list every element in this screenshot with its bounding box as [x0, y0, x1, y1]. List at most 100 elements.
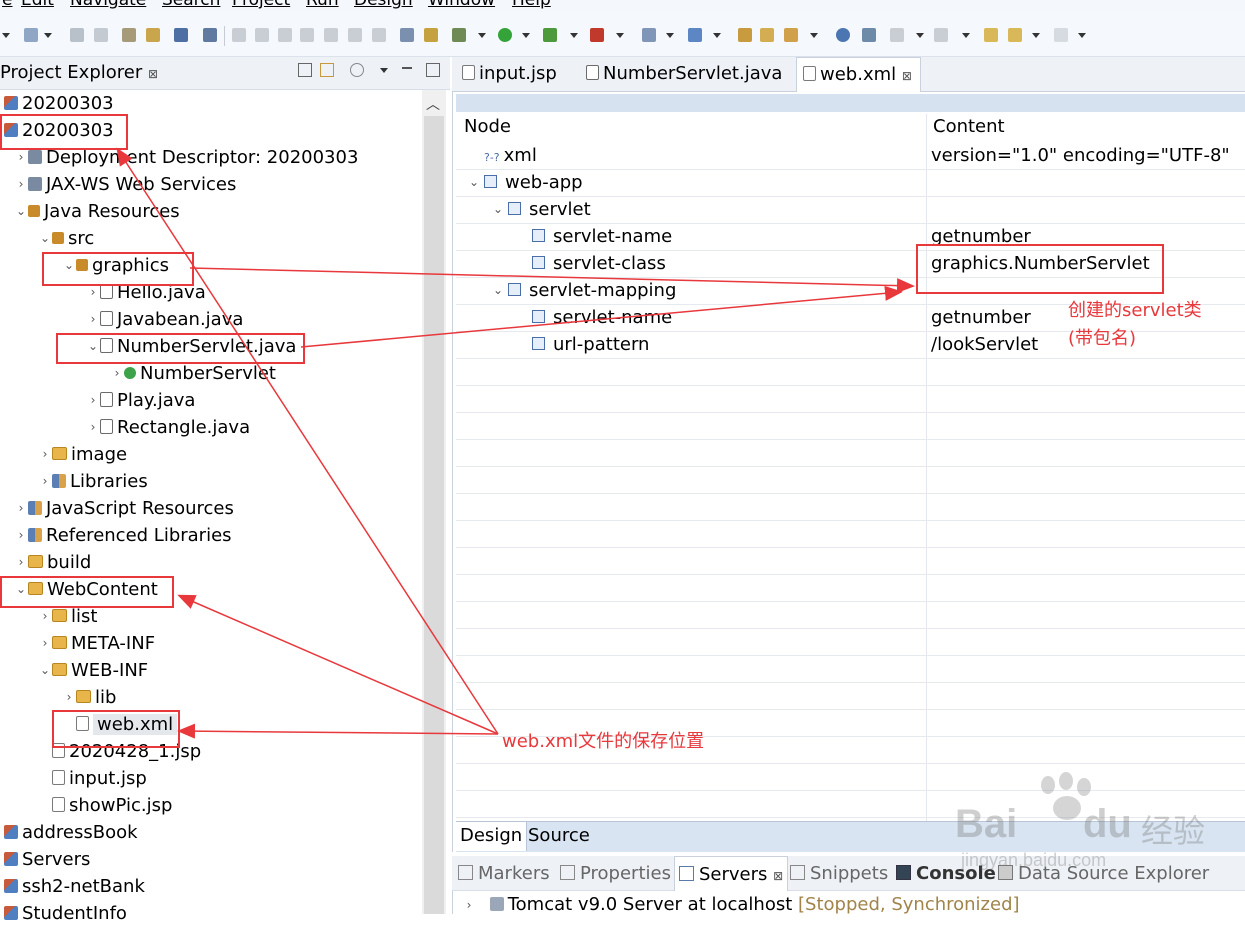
view-menu-icon[interactable]: [380, 68, 388, 73]
suspend-icon[interactable]: [255, 28, 269, 42]
close-icon[interactable]: ⊠: [773, 869, 783, 883]
column-header-node[interactable]: Node: [464, 116, 511, 137]
disconnect-icon[interactable]: [300, 28, 314, 42]
forward-icon[interactable]: [1054, 28, 1068, 42]
tree-item-input-jsp[interactable]: input.jsp: [38, 765, 147, 792]
dropdown-arrow-icon[interactable]: [1032, 33, 1040, 38]
tab-numberservlet-java[interactable]: NumberServlet.java: [580, 57, 790, 90]
dropdown-arrow-icon[interactable]: [522, 33, 530, 38]
xml-node-cell[interactable]: servlet-class: [512, 250, 666, 277]
tree-item-20200303[interactable]: 20200303: [0, 90, 114, 117]
menu-navigate[interactable]: Navigate: [70, 0, 146, 10]
scrollbar-thumb[interactable]: [424, 116, 444, 914]
tree-item-javascript-resources[interactable]: › JavaScript Resources: [14, 495, 234, 522]
xml-content-cell[interactable]: getnumber: [931, 304, 1031, 331]
tree-item-javabean-java[interactable]: › Javabean.java: [86, 306, 244, 333]
tab-design[interactable]: Design: [456, 822, 528, 851]
dropdown-arrow-icon[interactable]: [570, 33, 578, 38]
search-icon[interactable]: [862, 28, 876, 42]
last-edit-location-icon[interactable]: [984, 28, 998, 42]
chevron-right-icon[interactable]: ›: [86, 387, 100, 414]
dropdown-arrow-icon[interactable]: [713, 33, 721, 38]
save-all-icon[interactable]: [94, 28, 108, 42]
chevron-right-icon[interactable]: ›: [14, 522, 28, 549]
back-icon[interactable]: [1008, 28, 1022, 42]
chevron-down-icon[interactable]: ⌄: [38, 657, 52, 684]
tree-item-src[interactable]: ⌄ src: [38, 225, 94, 252]
dropdown-arrow-icon[interactable]: [962, 33, 970, 38]
xml-node-cell[interactable]: ⌄ web-app: [464, 169, 583, 196]
skip-breakpoints-icon[interactable]: [203, 28, 217, 42]
open-project-icon[interactable]: [760, 28, 774, 42]
open-resource-icon[interactable]: [146, 28, 160, 42]
dropdown-arrow-icon[interactable]: [1078, 33, 1086, 38]
browser-icon[interactable]: [836, 28, 850, 42]
chevron-right-icon[interactable]: ›: [14, 171, 28, 198]
search-task-icon[interactable]: [784, 28, 798, 42]
menu-edit[interactable]: Edit: [21, 0, 54, 10]
tab-input-jsp[interactable]: input.jsp: [456, 57, 565, 90]
chevron-down-icon[interactable]: ⌄: [488, 277, 508, 304]
filter-icon[interactable]: [350, 63, 364, 77]
menu-file[interactable]: e: [2, 0, 12, 10]
column-header-content[interactable]: Content: [933, 116, 1005, 137]
tab-markers[interactable]: Markers: [458, 856, 550, 890]
use-step-filters-icon[interactable]: [400, 28, 414, 42]
chevron-down-icon[interactable]: ⌄: [488, 196, 508, 223]
chevron-right-icon[interactable]: ›: [38, 441, 52, 468]
chevron-right-icon[interactable]: ›: [86, 414, 100, 441]
tree-item-rectangle-java[interactable]: › Rectangle.java: [86, 414, 251, 441]
build-icon[interactable]: [424, 28, 438, 42]
tab-source[interactable]: Source: [524, 822, 594, 851]
tree-item-showpic-jsp[interactable]: showPic.jsp: [38, 792, 172, 819]
external-tools-icon[interactable]: [590, 28, 604, 42]
tab-snippets[interactable]: Snippets: [790, 856, 888, 890]
chevron-down-icon[interactable]: ⌄: [38, 225, 52, 252]
chevron-right-icon[interactable]: ›: [462, 893, 476, 917]
chevron-down-icon[interactable]: ⌄: [464, 169, 484, 196]
new-class-icon[interactable]: [688, 28, 702, 42]
maximize-icon[interactable]: [426, 63, 440, 77]
menu-run[interactable]: Run: [306, 0, 339, 10]
tab-properties[interactable]: Properties: [560, 856, 671, 890]
chevron-right-icon[interactable]: ›: [38, 630, 52, 657]
tree-item-ssh2-netbank[interactable]: ssh2-netBank: [0, 873, 145, 900]
chevron-right-icon[interactable]: ›: [14, 549, 28, 576]
menu-project[interactable]: Project: [232, 0, 290, 10]
tab-servers[interactable]: Servers ⊠: [674, 856, 789, 891]
dropdown-arrow-icon[interactable]: [916, 33, 924, 38]
dropdown-arrow-icon[interactable]: [666, 33, 674, 38]
chevron-right-icon[interactable]: ›: [86, 306, 100, 333]
coverage-icon[interactable]: [543, 28, 557, 42]
dropdown-arrow-icon[interactable]: [478, 33, 486, 38]
tab-web-xml[interactable]: web.xml ⊠: [796, 57, 921, 92]
tree-item-jax-ws-web-services[interactable]: › JAX-WS Web Services: [14, 171, 237, 198]
dropdown-arrow-icon[interactable]: [2, 33, 10, 38]
step-over-icon[interactable]: [348, 28, 362, 42]
xml-node-cell[interactable]: servlet-name: [512, 223, 672, 250]
server-row[interactable]: › Tomcat v9.0 Server at localhost [Stopp…: [462, 893, 1020, 917]
menu-help[interactable]: Help: [512, 0, 551, 10]
debug-icon[interactable]: [452, 28, 466, 42]
dropdown-arrow-icon[interactable]: [44, 33, 52, 38]
previous-annotation-icon[interactable]: [934, 28, 948, 42]
minimize-icon[interactable]: [402, 67, 412, 69]
dropdown-arrow-icon[interactable]: [810, 33, 818, 38]
open-type-icon[interactable]: [122, 28, 136, 42]
xml-node-cell[interactable]: servlet-name: [512, 304, 672, 331]
chevron-right-icon[interactable]: ›: [38, 468, 52, 495]
save-icon[interactable]: [70, 28, 84, 42]
step-return-icon[interactable]: [372, 28, 386, 42]
xml-node-cell[interactable]: ?-? xml: [464, 142, 537, 169]
xml-node-cell[interactable]: ⌄ servlet: [488, 196, 591, 223]
scroll-up-icon[interactable]: ︿: [426, 94, 440, 114]
chevron-right-icon[interactable]: ›: [14, 495, 28, 522]
tree-item-play-java[interactable]: › Play.java: [86, 387, 196, 414]
menu-design[interactable]: Design: [354, 0, 413, 10]
tree-item-build[interactable]: › build: [14, 549, 92, 576]
collapse-all-icon[interactable]: [298, 63, 312, 77]
tree-item-web-inf[interactable]: ⌄ WEB-INF: [38, 657, 148, 684]
tree-item-addressbook[interactable]: addressBook: [0, 819, 138, 846]
chevron-down-icon[interactable]: ⌄: [14, 198, 28, 225]
tree-item-meta-inf[interactable]: › META-INF: [38, 630, 155, 657]
